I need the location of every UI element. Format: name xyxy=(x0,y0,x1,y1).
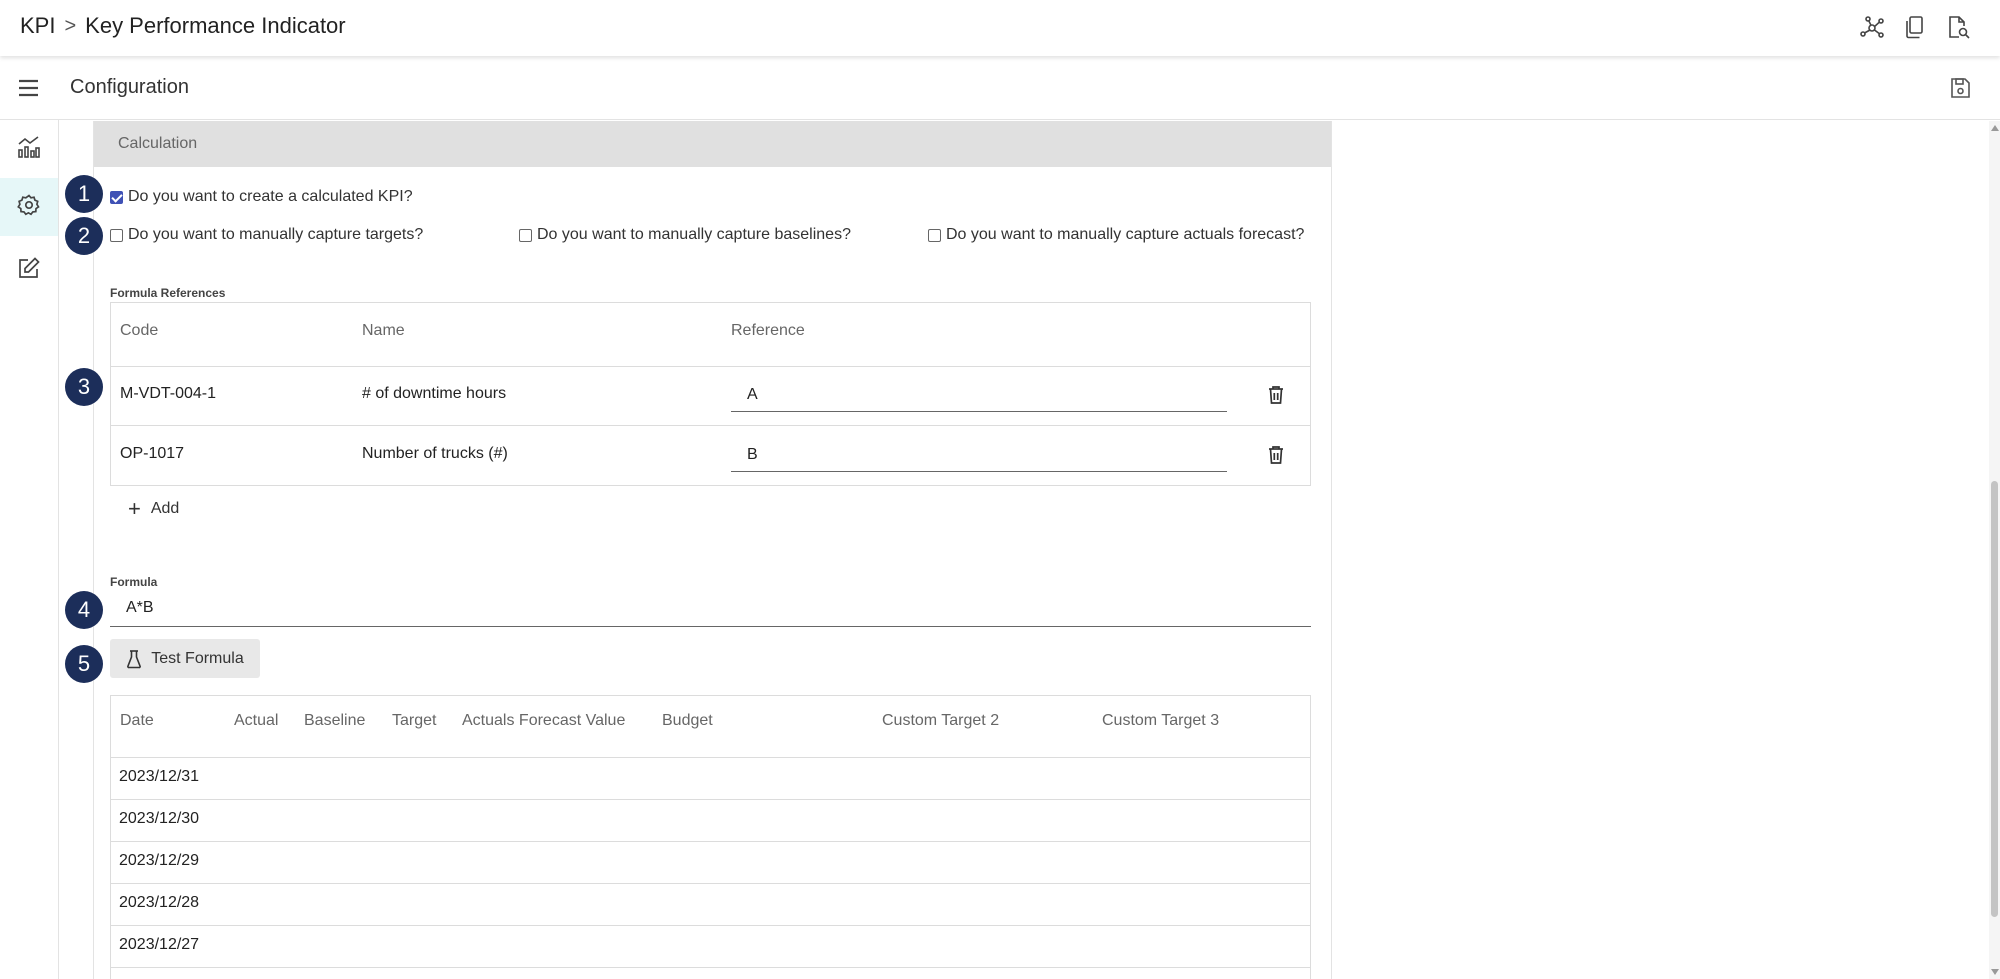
column-header-code: Code xyxy=(120,322,159,339)
date-cell: 2023/12/30 xyxy=(119,810,200,827)
step-marker-1: 1 xyxy=(65,175,103,213)
column-header-custom-target-3: Custom Target 3 xyxy=(1102,712,1220,729)
scroll-down-arrow[interactable] xyxy=(1991,969,1999,975)
breadcrumb: KPI > Key Performance Indicator xyxy=(20,13,346,39)
test-formula-label: Test Formula xyxy=(151,649,244,667)
formula-label: Formula xyxy=(110,575,158,589)
sidebar-item-edit[interactable] xyxy=(0,241,58,299)
trash-icon[interactable] xyxy=(1266,384,1286,406)
section-header: Calculation xyxy=(94,121,1331,167)
copy-icon[interactable] xyxy=(1902,14,1929,41)
column-header-name: Name xyxy=(362,322,405,339)
reference-value: A xyxy=(747,386,758,403)
trash-icon[interactable] xyxy=(1266,444,1286,466)
gear-icon xyxy=(17,193,41,222)
column-header-actuals-forecast: Actuals Forecast Value xyxy=(462,712,626,729)
test-formula-button[interactable]: Test Formula xyxy=(110,639,260,678)
column-header-reference: Reference xyxy=(731,322,805,339)
reference-input[interactable]: B xyxy=(731,438,1227,472)
table-header: Date Actual Baseline Target Actuals Fore… xyxy=(111,696,1310,758)
column-header-custom-target-2: Custom Target 2 xyxy=(882,712,1000,729)
table-header: Code Name Reference xyxy=(111,303,1310,367)
column-header-target: Target xyxy=(392,712,437,729)
manual-baselines-label: Do you want to manually capture baseline… xyxy=(537,226,851,243)
calculation-panel: Calculation Do you want to create a calc… xyxy=(93,121,1332,979)
top-actions xyxy=(1859,14,1972,41)
scroll-up-arrow[interactable] xyxy=(1991,125,1999,131)
calculated-kpi-option[interactable]: Do you want to create a calculated KPI? xyxy=(110,188,413,206)
formula-input[interactable]: A*B xyxy=(110,589,1311,627)
manual-baselines-option[interactable]: Do you want to manually capture baseline… xyxy=(519,226,851,244)
table-row: 2023/12/28 xyxy=(111,883,1310,926)
manual-targets-checkbox[interactable] xyxy=(110,228,123,242)
calculated-kpi-checkbox[interactable] xyxy=(110,190,123,204)
add-label: Add xyxy=(150,500,180,517)
manual-targets-option[interactable]: Do you want to manually capture targets? xyxy=(110,226,423,244)
scrollbar-thumb[interactable] xyxy=(1991,481,1998,917)
table-row: OP-1017 Number of trucks (#) B xyxy=(111,426,1310,485)
test-results-table: Date Actual Baseline Target Actuals Fore… xyxy=(110,695,1311,979)
add-reference-button[interactable]: + Add xyxy=(128,496,180,521)
flask-icon xyxy=(127,649,142,668)
sidebar-item-dashboard[interactable] xyxy=(0,120,58,178)
manual-targets-label: Do you want to manually capture targets? xyxy=(128,226,424,243)
column-header-actual: Actual xyxy=(234,712,279,729)
manual-forecast-label: Do you want to manually capture actuals … xyxy=(946,226,1305,243)
top-bar: KPI > Key Performance Indicator xyxy=(0,0,2000,56)
table-row: 2023/12/29 xyxy=(111,841,1310,884)
manual-forecast-option[interactable]: Do you want to manually capture actuals … xyxy=(928,226,1304,244)
step-marker-5: 5 xyxy=(65,645,103,683)
chart-icon xyxy=(16,134,42,165)
breadcrumb-separator: > xyxy=(64,14,77,37)
step-marker-4: 4 xyxy=(65,591,103,629)
table-row: 2023/12/31 xyxy=(111,757,1310,800)
reference-value: B xyxy=(747,446,758,463)
name-cell: # of downtime hours xyxy=(362,385,507,402)
table-row: 2023/12/27 xyxy=(111,925,1310,968)
date-cell: 2023/12/28 xyxy=(119,894,200,911)
edit-icon xyxy=(17,256,41,285)
page-title: Configuration xyxy=(70,76,189,98)
code-cell: M-VDT-004-1 xyxy=(120,385,217,402)
configuration-header: Configuration xyxy=(0,57,2000,120)
reference-input[interactable]: A xyxy=(731,378,1227,412)
sidebar-item-configuration[interactable] xyxy=(0,178,58,236)
menu-icon[interactable] xyxy=(17,76,41,100)
step-marker-3: 3 xyxy=(65,368,103,406)
column-header-budget: Budget xyxy=(662,712,713,729)
save-icon[interactable] xyxy=(1948,76,1972,100)
code-cell: OP-1017 xyxy=(120,445,185,462)
table-row: 2023/12/30 xyxy=(111,799,1310,842)
document-search-icon[interactable] xyxy=(1945,14,1972,41)
table-row: M-VDT-004-1 # of downtime hours A xyxy=(111,366,1310,426)
manual-forecast-checkbox[interactable] xyxy=(928,228,941,242)
date-cell: 2023/12/31 xyxy=(119,768,200,785)
vertical-scrollbar[interactable] xyxy=(1989,121,2000,979)
column-header-baseline: Baseline xyxy=(304,712,366,729)
step-marker-2: 2 xyxy=(65,217,103,255)
calculated-kpi-label: Do you want to create a calculated KPI? xyxy=(128,188,413,205)
breadcrumb-root[interactable]: KPI xyxy=(20,13,55,39)
formula-references-label: Formula References xyxy=(110,286,226,300)
section-title: Calculation xyxy=(118,135,198,152)
plus-icon: + xyxy=(128,496,141,521)
formula-references-table: Code Name Reference M-VDT-004-1 # of dow… xyxy=(110,302,1311,486)
breadcrumb-current: Key Performance Indicator xyxy=(85,13,346,38)
date-cell: 2023/12/29 xyxy=(119,852,200,869)
column-header-date: Date xyxy=(120,712,154,729)
date-cell: 2023/12/27 xyxy=(119,936,200,953)
manual-baselines-checkbox[interactable] xyxy=(519,228,532,242)
name-cell: Number of trucks (#) xyxy=(362,445,508,462)
network-icon[interactable] xyxy=(1859,14,1886,41)
formula-value: A*B xyxy=(126,599,154,616)
